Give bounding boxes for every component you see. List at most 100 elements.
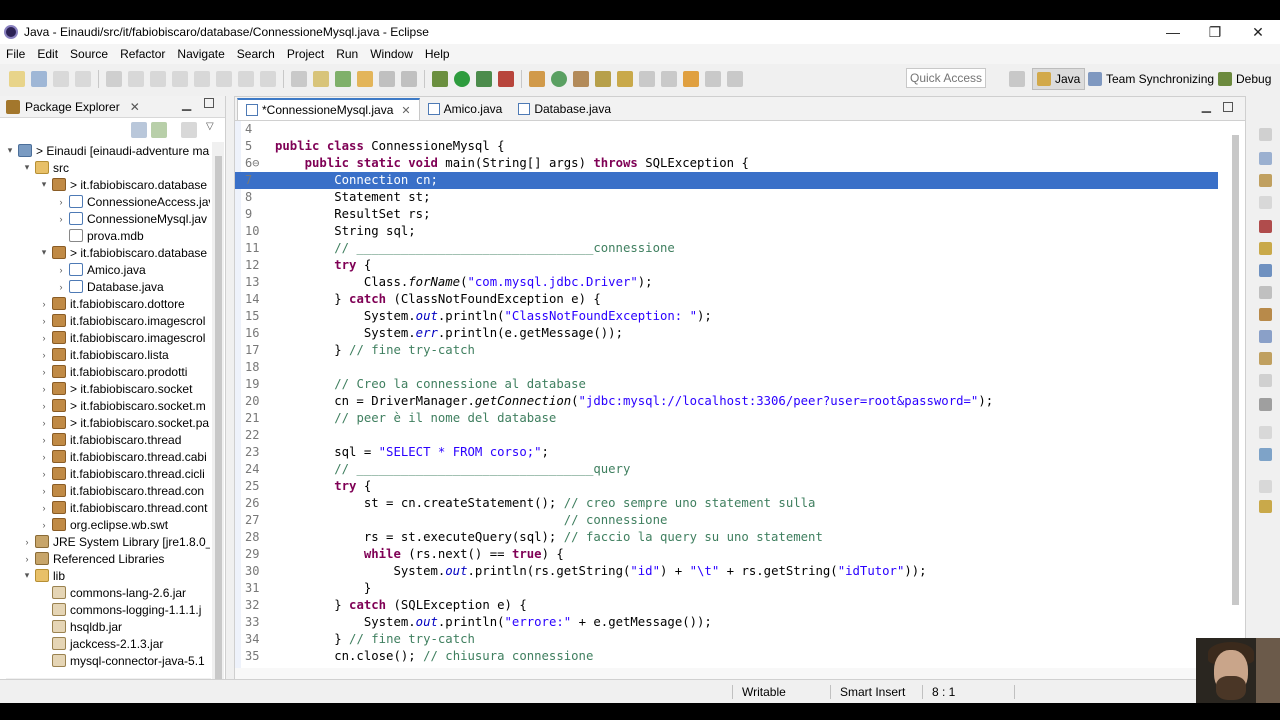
properties-icon[interactable] <box>1259 374 1272 387</box>
tree-node[interactable]: › > it.fabiobiscaro.socket.pa <box>38 414 210 431</box>
expand-toggle-icon[interactable]: › <box>38 333 50 343</box>
tree-node[interactable]: › Referenced Libraries <box>21 550 165 567</box>
expand-toggle-icon[interactable]: › <box>38 350 50 360</box>
tree-node[interactable]: › it.fabiobiscaro.dottore <box>38 295 185 312</box>
package-explorer-title[interactable]: Package Explorer <box>25 100 120 114</box>
tree-node[interactable]: › Amico.java <box>55 261 146 278</box>
history-icon[interactable] <box>1259 352 1272 365</box>
code-line[interactable]: 30 System.out.println(rs.getString("id")… <box>235 563 1218 580</box>
tree-node[interactable]: › it.fabiobiscaro.thread.cabi <box>38 448 207 465</box>
expand-toggle-icon[interactable]: › <box>21 554 33 564</box>
tree-node[interactable]: › it.fabiobiscaro.thread.cont <box>38 499 208 516</box>
perspective-java[interactable]: Java <box>1032 68 1086 90</box>
code-line[interactable]: 12 try { <box>235 257 1218 274</box>
maximize-view-icon[interactable] <box>204 98 214 108</box>
code-line[interactable]: 35 cn.close(); // chiusura connessione <box>235 648 1218 665</box>
tree-node[interactable]: jackcess-2.1.3.jar <box>38 635 163 652</box>
show-whitespace-icon[interactable] <box>401 71 417 87</box>
perspective-debug[interactable]: Debug <box>1214 68 1275 90</box>
forward-icon[interactable] <box>705 71 721 87</box>
code-line[interactable]: 7 Connection cn; <box>235 172 1218 189</box>
block-selection-icon[interactable] <box>379 71 395 87</box>
restore-trim-icon-4[interactable] <box>1259 480 1272 493</box>
menu-navigate[interactable]: Navigate <box>171 47 230 61</box>
search-icon[interactable] <box>595 71 611 87</box>
tree-node[interactable]: › org.eclipse.wb.swt <box>38 516 169 533</box>
drop-to-frame-icon[interactable] <box>291 71 307 87</box>
expand-toggle-icon[interactable]: › <box>38 367 50 377</box>
expand-toggle-icon[interactable]: ▾ <box>38 179 50 190</box>
new-java-project-icon[interactable] <box>529 71 545 87</box>
focus-on-task-icon[interactable] <box>181 122 197 138</box>
tree-node[interactable]: › JRE System Library [jre1.8.0_1 <box>21 533 211 550</box>
code-line[interactable]: 13 Class.forName("com.mysql.jdbc.Driver"… <box>235 274 1218 291</box>
expand-toggle-icon[interactable]: › <box>55 214 67 224</box>
code-line[interactable]: 21 // peer è il nome del database <box>235 410 1218 427</box>
print-icon[interactable] <box>75 71 91 87</box>
restore-trim-icon-2[interactable] <box>1259 196 1272 209</box>
quick-access-input[interactable] <box>906 68 986 88</box>
tree-node[interactable]: › it.fabiobiscaro.thread.con <box>38 482 205 499</box>
expand-toggle-icon[interactable]: › <box>38 469 50 479</box>
view-menu-icon[interactable]: ▽ <box>206 121 214 132</box>
code-line[interactable]: 8 Statement st; <box>235 189 1218 206</box>
server-icon[interactable] <box>1259 398 1272 411</box>
code-line[interactable]: 28 rs = st.executeQuery(sql); // faccio … <box>235 529 1218 546</box>
debug-icon[interactable] <box>432 71 448 87</box>
editor-tab[interactable]: Database.java <box>510 98 619 120</box>
expand-toggle-icon[interactable]: › <box>55 197 67 207</box>
new-class-icon[interactable] <box>551 71 567 87</box>
code-line[interactable]: 34 } // fine try-catch <box>235 631 1218 648</box>
annotation-icon[interactable] <box>617 71 633 87</box>
tree-node[interactable]: › Database.java <box>55 278 164 295</box>
maximize-editor-icon[interactable] <box>1223 102 1233 112</box>
palette-icon[interactable] <box>1259 500 1272 513</box>
tree-node[interactable]: prova.mdb <box>55 227 144 244</box>
code-line[interactable]: 31 } <box>235 580 1218 597</box>
outline-icon[interactable] <box>1259 152 1272 165</box>
tree-node[interactable]: ▾ > it.fabiobiscaro.database <box>38 244 207 261</box>
expand-toggle-icon[interactable]: › <box>21 537 33 547</box>
tree-node[interactable]: commons-logging-1.1.1.j <box>38 601 201 618</box>
disconnect-icon[interactable] <box>194 71 210 87</box>
help-icon[interactable] <box>1259 448 1272 461</box>
code-line[interactable]: 25 try { <box>235 478 1218 495</box>
save-all-icon[interactable] <box>31 71 47 87</box>
expand-toggle-icon[interactable]: › <box>55 282 67 292</box>
back-icon[interactable] <box>683 71 699 87</box>
code-line[interactable]: 15 System.out.println("ClassNotFoundExce… <box>235 308 1218 325</box>
editor-vertical-scrollbar[interactable] <box>1229 121 1241 669</box>
external-tools-icon[interactable] <box>498 71 514 87</box>
declaration-icon[interactable] <box>1259 264 1272 277</box>
code-line[interactable]: 22 <box>235 427 1218 444</box>
minimize-editor-icon[interactable]: ▁ <box>1202 99 1211 113</box>
resume-icon[interactable] <box>128 71 144 87</box>
expand-toggle-icon[interactable]: › <box>38 452 50 462</box>
menu-edit[interactable]: Edit <box>31 47 64 61</box>
expand-toggle-icon[interactable]: › <box>55 265 67 275</box>
restore-trim-icon[interactable] <box>1259 128 1272 141</box>
next-annotation-icon[interactable] <box>639 71 655 87</box>
collapse-all-icon[interactable] <box>131 122 147 138</box>
tree-node[interactable]: › it.fabiobiscaro.imagescrol <box>38 329 206 346</box>
code-line[interactable]: 16 System.err.println(e.getMessage()); <box>235 325 1218 342</box>
use-step-filters-icon[interactable] <box>313 71 329 87</box>
save-icon[interactable] <box>53 71 69 87</box>
progress-icon[interactable] <box>1259 330 1272 343</box>
code-line[interactable]: 18 <box>235 359 1218 376</box>
run-icon[interactable] <box>454 71 470 87</box>
expand-toggle-icon[interactable]: › <box>38 520 50 530</box>
code-line[interactable]: 10 String sql; <box>235 223 1218 240</box>
expand-toggle-icon[interactable]: ▾ <box>21 162 33 173</box>
tree-node[interactable]: ▾ > Einaudi [einaudi-adventure ma <box>4 142 209 159</box>
expand-toggle-icon[interactable]: › <box>38 384 50 394</box>
skip-breakpoints-icon[interactable] <box>106 71 122 87</box>
menu-file[interactable]: File <box>0 47 31 61</box>
tree-node[interactable]: mysql-connector-java-5.1 <box>38 652 205 669</box>
code-line[interactable]: 20 cn = DriverManager.getConnection("jdb… <box>235 393 1218 410</box>
restore-trim-icon-3[interactable] <box>1259 426 1272 439</box>
terminate-icon[interactable] <box>172 71 188 87</box>
code-line[interactable]: 11 // ________________________________co… <box>235 240 1218 257</box>
close-button[interactable]: ✕ <box>1237 20 1279 44</box>
menu-search[interactable]: Search <box>231 47 281 61</box>
